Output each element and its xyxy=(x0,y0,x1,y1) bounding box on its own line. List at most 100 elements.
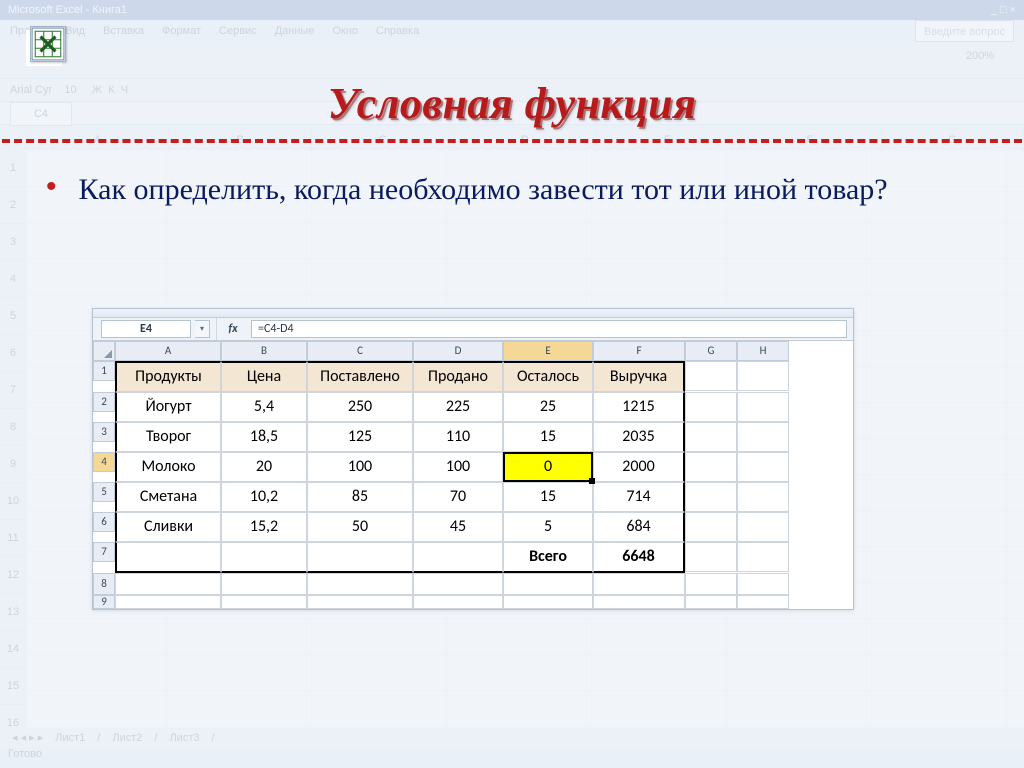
cell[interactable]: 110 xyxy=(413,422,503,452)
cell[interactable]: 25 xyxy=(503,392,593,422)
select-all-corner[interactable] xyxy=(93,341,115,361)
cell[interactable]: 10,2 xyxy=(221,482,307,512)
cell[interactable]: 2035 xyxy=(593,422,685,452)
row-header[interactable]: 3 xyxy=(93,422,115,442)
cell[interactable]: Поставлено xyxy=(307,361,413,392)
name-box[interactable]: E4 xyxy=(101,320,191,338)
cell[interactable] xyxy=(115,542,221,573)
row-header[interactable]: 5 xyxy=(93,482,115,502)
formula-input[interactable]: =C4-D4 xyxy=(251,320,847,338)
cell[interactable] xyxy=(737,452,789,482)
cell[interactable] xyxy=(737,361,789,391)
cell[interactable]: Продано xyxy=(413,361,503,392)
cell[interactable]: Выручка xyxy=(593,361,685,392)
cell[interactable]: 20 xyxy=(221,452,307,482)
fx-icon[interactable]: fx xyxy=(223,322,243,336)
bullet-dot-icon: • xyxy=(46,171,57,203)
cell[interactable]: 225 xyxy=(413,392,503,422)
cell[interactable] xyxy=(685,392,737,422)
cell[interactable] xyxy=(221,542,307,573)
cell[interactable]: Молоко xyxy=(115,452,221,482)
cell[interactable]: 5 xyxy=(503,512,593,542)
row-header[interactable]: 6 xyxy=(93,512,115,532)
cell[interactable] xyxy=(685,452,737,482)
formula-bar: E4 ▾ fx =C4-D4 xyxy=(93,318,853,341)
col-header[interactable]: F xyxy=(593,341,685,361)
cell[interactable] xyxy=(685,512,737,542)
bullet-item: • Как определить, когда необходимо завес… xyxy=(46,171,978,209)
cell[interactable]: 85 xyxy=(307,482,413,512)
col-header[interactable]: H xyxy=(737,341,789,361)
row-header[interactable]: 2 xyxy=(93,392,115,412)
cell[interactable] xyxy=(503,595,593,609)
cell[interactable]: Творог xyxy=(115,422,221,452)
cell[interactable]: 15 xyxy=(503,422,593,452)
cell[interactable]: 70 xyxy=(413,482,503,512)
cell[interactable]: 15 xyxy=(503,482,593,512)
cell[interactable] xyxy=(685,361,737,391)
cell[interactable] xyxy=(413,595,503,609)
row-header[interactable]: 1 xyxy=(93,361,115,381)
cell-total-value[interactable]: 6648 xyxy=(593,542,685,573)
cell[interactable]: Цена xyxy=(221,361,307,392)
cell[interactable]: Осталось xyxy=(503,361,593,392)
cell[interactable]: 684 xyxy=(593,512,685,542)
col-header[interactable]: E xyxy=(503,341,593,361)
cell[interactable] xyxy=(503,573,593,595)
cell[interactable]: Йогурт xyxy=(115,392,221,422)
cell[interactable]: 1215 xyxy=(593,392,685,422)
cell[interactable] xyxy=(737,392,789,422)
row-header[interactable]: 8 xyxy=(93,573,115,595)
cell[interactable] xyxy=(685,595,737,609)
cell[interactable] xyxy=(115,595,221,609)
cell[interactable] xyxy=(221,595,307,609)
cell[interactable]: Продукты xyxy=(115,361,221,392)
col-header[interactable]: C xyxy=(307,341,413,361)
name-box-dropdown-icon[interactable]: ▾ xyxy=(195,320,210,338)
cell[interactable] xyxy=(413,573,503,595)
cell[interactable]: 15,2 xyxy=(221,512,307,542)
row-header[interactable]: 7 xyxy=(93,542,115,562)
cell[interactable] xyxy=(685,422,737,452)
cell[interactable] xyxy=(593,595,685,609)
row-header[interactable]: 9 xyxy=(93,595,115,609)
cell[interactable]: 250 xyxy=(307,392,413,422)
cell[interactable]: 125 xyxy=(307,422,413,452)
cell[interactable] xyxy=(307,573,413,595)
row-header[interactable]: 4 xyxy=(93,452,115,472)
cell[interactable] xyxy=(115,573,221,595)
cell[interactable]: 50 xyxy=(307,512,413,542)
col-header[interactable]: A xyxy=(115,341,221,361)
cell[interactable] xyxy=(737,512,789,542)
cell[interactable]: 714 xyxy=(593,482,685,512)
cell[interactable] xyxy=(737,422,789,452)
col-header[interactable]: D xyxy=(413,341,503,361)
col-header[interactable]: G xyxy=(685,341,737,361)
cell[interactable]: 5,4 xyxy=(221,392,307,422)
excel-logo-icon xyxy=(30,26,66,62)
cell[interactable] xyxy=(593,573,685,595)
cell[interactable] xyxy=(307,542,413,573)
cell[interactable] xyxy=(737,573,789,595)
cell[interactable]: 18,5 xyxy=(221,422,307,452)
cell[interactable] xyxy=(221,573,307,595)
cell[interactable] xyxy=(307,595,413,609)
cell[interactable]: Сливки xyxy=(115,512,221,542)
cell[interactable] xyxy=(413,542,503,573)
cell-total-label[interactable]: Всего xyxy=(503,542,593,573)
cell[interactable] xyxy=(685,482,737,512)
cell[interactable]: 45 xyxy=(413,512,503,542)
cell[interactable]: 100 xyxy=(307,452,413,482)
embedded-spreadsheet: E4 ▾ fx =C4-D4 A B C D E F G H 1 Продукт… xyxy=(92,308,854,610)
cell[interactable] xyxy=(737,542,789,572)
col-header[interactable]: B xyxy=(221,341,307,361)
bullet-text: Как определить, когда необходимо завести… xyxy=(79,171,888,209)
cell[interactable] xyxy=(737,595,789,609)
cell[interactable]: 2000 xyxy=(593,452,685,482)
cell[interactable] xyxy=(685,542,737,572)
cell[interactable] xyxy=(685,573,737,595)
selected-cell[interactable]: 0 xyxy=(503,452,593,482)
cell[interactable] xyxy=(737,482,789,512)
cell[interactable]: 100 xyxy=(413,452,503,482)
cell[interactable]: Сметана xyxy=(115,482,221,512)
